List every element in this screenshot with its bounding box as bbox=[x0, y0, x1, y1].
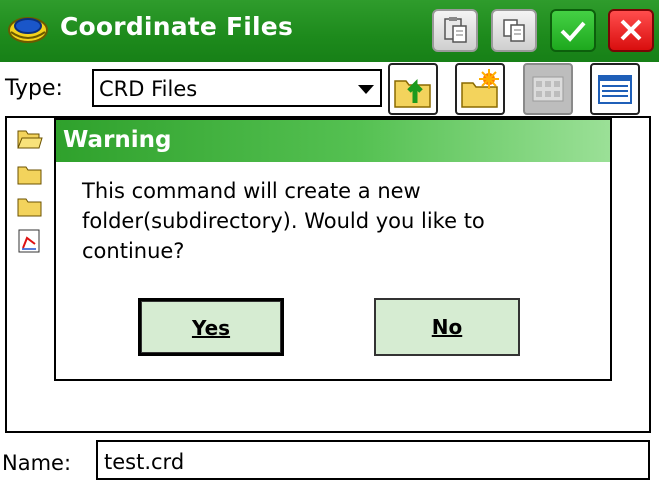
warning-dialog: Warning This command will create a new f… bbox=[54, 118, 612, 381]
type-selected-value: CRD Files bbox=[99, 77, 198, 101]
folder-up-icon bbox=[394, 78, 431, 108]
close-icon bbox=[620, 19, 642, 41]
folder-icon bbox=[17, 198, 42, 217]
folder-up-button[interactable] bbox=[388, 63, 438, 115]
folder-icon bbox=[17, 166, 42, 185]
close-button[interactable] bbox=[608, 9, 654, 52]
yes-button[interactable]: Yes bbox=[138, 298, 284, 356]
title-bar: Coordinate Files bbox=[0, 0, 659, 62]
yes-button-label: Yes bbox=[191, 316, 231, 340]
grid-view-button[interactable] bbox=[523, 63, 573, 115]
grid-view-icon bbox=[532, 76, 564, 102]
type-label: Type: bbox=[5, 76, 63, 101]
name-field-value: test.crd bbox=[104, 450, 185, 474]
name-label: Name: bbox=[2, 451, 72, 475]
paste-button[interactable] bbox=[432, 9, 478, 52]
dialog-title-bar: Warning bbox=[56, 120, 610, 162]
folder-open-icon bbox=[17, 130, 43, 149]
ok-button[interactable] bbox=[550, 9, 596, 52]
window-title: Coordinate Files bbox=[60, 12, 294, 41]
chevron-down-icon bbox=[358, 85, 374, 94]
no-button[interactable]: No bbox=[374, 298, 520, 356]
dialog-title: Warning bbox=[63, 127, 172, 153]
new-folder-button[interactable] bbox=[455, 63, 505, 115]
checkmark-icon bbox=[560, 21, 586, 42]
app-logo-icon bbox=[8, 17, 48, 43]
new-folder-icon bbox=[461, 69, 499, 108]
no-button-label: No bbox=[431, 315, 463, 339]
name-field[interactable]: test.crd bbox=[96, 440, 650, 480]
crd-file-icon bbox=[18, 229, 40, 253]
dialog-message: This command will create a new folder(su… bbox=[82, 179, 485, 263]
type-dropdown[interactable]: CRD Files bbox=[92, 69, 382, 107]
list-view-icon bbox=[598, 75, 632, 104]
list-view-button[interactable] bbox=[590, 63, 640, 115]
copy-button[interactable] bbox=[491, 9, 537, 52]
paste-icon bbox=[444, 17, 467, 43]
copy-icon bbox=[503, 19, 525, 42]
